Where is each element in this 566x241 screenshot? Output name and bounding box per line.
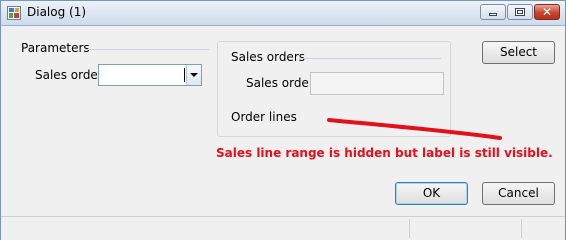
status-divider bbox=[409, 219, 410, 238]
cancel-button[interactable]: Cancel bbox=[482, 182, 555, 205]
ok-button[interactable]: OK bbox=[395, 182, 468, 205]
status-bar bbox=[1, 216, 565, 240]
annotation-arrow-line bbox=[327, 118, 502, 140]
status-divider bbox=[521, 219, 522, 238]
annotation-text: Sales line range is hidden but label is … bbox=[216, 146, 553, 160]
dialog-window: Dialog (1) ✕ Parameters Sales order: Sal… bbox=[0, 0, 566, 240]
